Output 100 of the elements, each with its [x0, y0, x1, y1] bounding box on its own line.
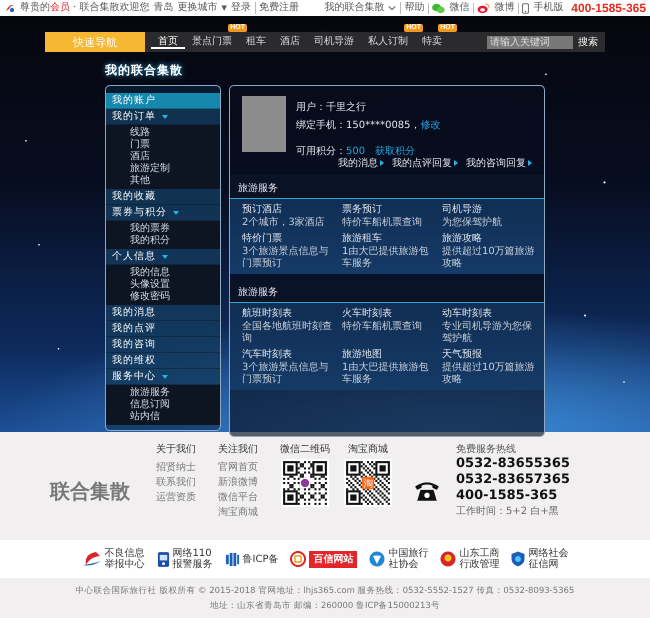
hotline-number: 400-1585-365: [571, 1, 646, 15]
qr-code-label: 微信二维码: [280, 442, 330, 456]
weibo-link[interactable]: 微博: [494, 2, 514, 14]
submenu-item[interactable]: 线路: [106, 127, 220, 139]
submenu-item[interactable]: 酒店: [106, 151, 220, 163]
service-title[interactable]: 火车时刻表: [342, 308, 436, 320]
footer-link[interactable]: 联系我们: [156, 477, 196, 489]
sidebar-item[interactable]: 我的账户: [106, 93, 220, 109]
kiosk-icon[interactable]: [156, 550, 170, 568]
submenu-item[interactable]: 修改密码: [106, 291, 220, 303]
get-points-link[interactable]: 获取积分: [375, 144, 416, 158]
change-city-link[interactable]: 更换城市: [178, 2, 218, 14]
chevron-down-icon[interactable]: [388, 4, 396, 12]
points-value: 500: [346, 146, 366, 156]
chat-bubbles-icon[interactable]: [428, 2, 446, 14]
nav-tab[interactable]: 租车: [239, 36, 273, 49]
badge-label[interactable]: 网络社会 征信网: [528, 548, 568, 570]
service-description: 3个旅游景点信息与门票预订: [242, 362, 330, 386]
triangle-icon: [454, 160, 458, 166]
service-title[interactable]: 预订酒店: [242, 204, 336, 216]
submenu-item[interactable]: 我的积分: [106, 235, 220, 247]
search-field[interactable]: 请输入关键词: [487, 36, 573, 48]
swirl-logo-icon[interactable]: [473, 2, 490, 14]
service-title[interactable]: 特价门票: [242, 233, 336, 245]
footer-link[interactable]: 淘宝商城: [218, 507, 258, 519]
sidebar-item[interactable]: 服务中心: [106, 369, 220, 385]
service-title[interactable]: 汽车时刻表: [242, 349, 336, 361]
qr-code-drawing: [281, 459, 329, 507]
nav-tab[interactable]: 酒店: [273, 36, 307, 49]
badge-label[interactable]: 网络110 报警服务: [172, 548, 213, 570]
crescent-logo-icon[interactable]: [82, 551, 102, 567]
service-description: 2个城市，3家酒店: [242, 217, 326, 229]
nav-tab[interactable]: 特卖: [415, 36, 449, 49]
submenu-item[interactable]: 门票: [106, 139, 220, 151]
sidebar-item[interactable]: 我的消息: [106, 305, 220, 321]
rings-logo-icon[interactable]: [290, 551, 306, 567]
quick-link[interactable]: 我的消息: [338, 156, 384, 170]
service-title[interactable]: 动车时刻表: [442, 308, 536, 320]
section-title: 旅游服务: [238, 287, 278, 298]
service-title[interactable]: 天气预报: [442, 349, 536, 361]
service-title[interactable]: 航班时刻表: [242, 308, 336, 320]
submenu-item[interactable]: 旅游服务: [106, 387, 220, 399]
triangle-icon: [380, 160, 384, 166]
edit-link[interactable]: 修改: [420, 118, 441, 132]
register-link[interactable]: 免费注册: [254, 2, 299, 14]
service-title[interactable]: 旅游租车: [342, 233, 436, 245]
bound-phone: 绑定手机：150****0085，: [296, 118, 421, 132]
service-title[interactable]: 票务预订: [342, 204, 436, 216]
service-description: 提供超过10万篇旅游攻略: [442, 362, 536, 386]
login-link[interactable]: 登录: [230, 2, 251, 14]
service-title[interactable]: 旅游地图: [342, 349, 436, 361]
help-link[interactable]: 帮助: [400, 2, 424, 14]
mobile-phone-icon[interactable]: [518, 2, 530, 14]
mobile-link[interactable]: 手机版: [533, 2, 564, 14]
nav-tab[interactable]: 私人订制: [361, 36, 415, 49]
caret-icon: [162, 114, 168, 118]
submenu-item[interactable]: 信息订阅: [106, 399, 220, 411]
wechat-link[interactable]: 微信: [449, 2, 470, 14]
footer-link[interactable]: 新浪微博: [218, 477, 258, 489]
submenu-item[interactable]: 其他: [106, 175, 220, 187]
footer-link[interactable]: 微信平台: [218, 492, 258, 504]
sidebar-item[interactable]: 我的咨询: [106, 337, 220, 353]
sidebar-item[interactable]: 票券与积分: [106, 205, 220, 221]
sidebar-item[interactable]: 个人信息: [106, 249, 220, 265]
service-title[interactable]: 司机导游: [442, 204, 536, 216]
account-menu[interactable]: 我的联合集散: [324, 2, 384, 14]
submenu-item[interactable]: 头像设置: [106, 279, 220, 291]
shield-icon[interactable]: [511, 551, 526, 567]
footer-link[interactable]: 招贤纳士: [156, 462, 196, 474]
emblem-icon[interactable]: [440, 551, 456, 567]
quick-link[interactable]: 我的点评回复: [392, 156, 458, 170]
footer-heading: 关于我们: [156, 442, 196, 456]
hotline-number: 400-1585-365: [456, 488, 558, 504]
sidebar-item[interactable]: 我的维权: [106, 353, 220, 369]
quick-link[interactable]: 我的咨询回复: [466, 156, 532, 170]
footer-logo-text: 联合集散: [50, 478, 130, 504]
submenu-item[interactable]: 旅游定制: [106, 163, 220, 175]
submenu-item[interactable]: 我的票券: [106, 223, 220, 235]
service-title[interactable]: 旅游攻略: [442, 233, 536, 245]
caret-icon: [173, 210, 179, 214]
grid-emblem-icon[interactable]: [224, 552, 240, 566]
search-button[interactable]: 搜索: [576, 35, 600, 49]
badge-label[interactable]: 鲁ICP备: [242, 554, 278, 564]
badge-label[interactable]: 百信网站: [309, 550, 358, 568]
hotline-number: 0532-83655365: [456, 456, 570, 472]
sidebar-item[interactable]: 我的订单: [106, 109, 220, 125]
circle-logo-icon[interactable]: [369, 551, 386, 567]
footer-link[interactable]: 官网首页: [218, 462, 258, 474]
nav-tab[interactable]: 司机导游: [307, 36, 361, 49]
footer-heading: 关注我们: [218, 442, 258, 456]
sidebar-item[interactable]: 我的点评: [106, 321, 220, 337]
submenu-item[interactable]: 站内信: [106, 411, 220, 423]
badge-label[interactable]: 中国旅行 社协会: [388, 548, 428, 570]
badge-label[interactable]: 不良信息 举报中心: [104, 548, 145, 570]
nav-tab[interactable]: 景点门票: [185, 36, 239, 49]
nav-tab[interactable]: 首页: [151, 36, 185, 49]
sidebar-item[interactable]: 我的收藏: [106, 189, 220, 205]
submenu-item[interactable]: 我的信息: [106, 267, 220, 279]
badge-label[interactable]: 山东工商 行政管理: [459, 548, 500, 570]
footer-link[interactable]: 运营资质: [156, 492, 196, 504]
